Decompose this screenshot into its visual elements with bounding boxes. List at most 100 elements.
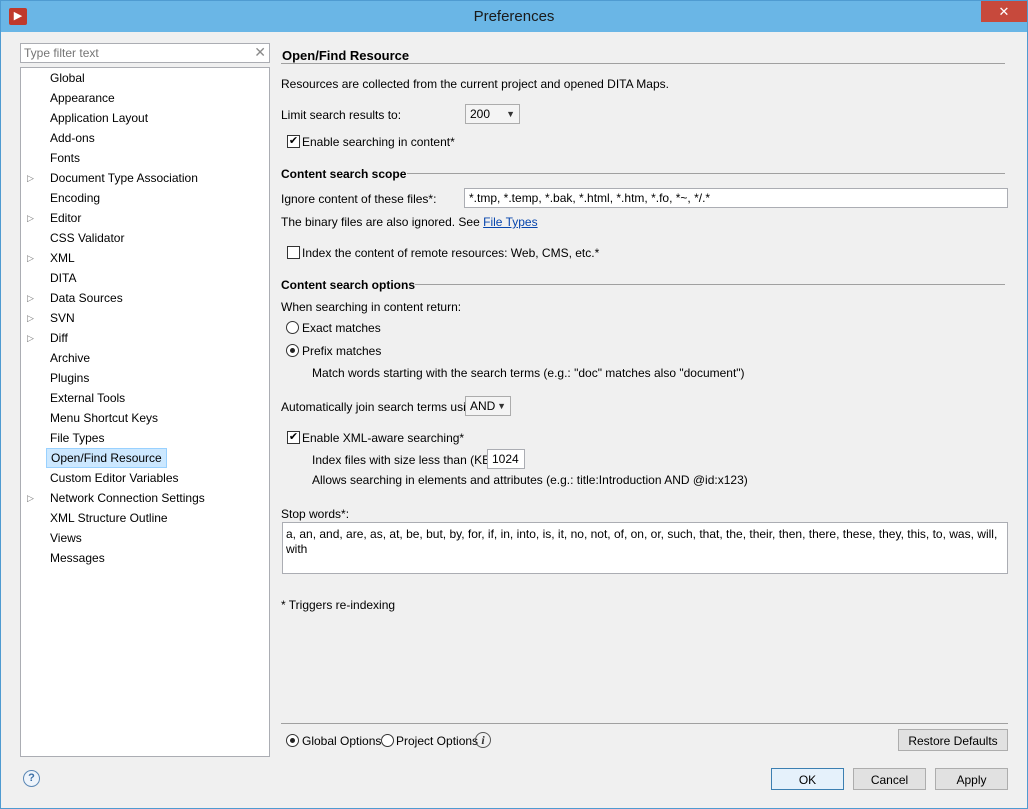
ignore-label: Ignore content of these files*: [281, 192, 437, 206]
limit-combo[interactable]: 200 ▼ [465, 104, 520, 124]
tree-item[interactable]: Fonts [21, 148, 269, 168]
clear-filter-icon[interactable]: ✕ [254, 44, 266, 61]
stop-words-label: Stop words*: [281, 507, 350, 521]
global-options-radio[interactable] [286, 734, 299, 747]
tree-item[interactable]: ▷ Document Type Association [21, 168, 269, 188]
tree-item[interactable]: ▷ Diff [21, 328, 269, 348]
expand-arrow-icon[interactable]: ▷ [27, 328, 37, 348]
remote-resources-label: Index the content of remote resources: W… [302, 246, 600, 260]
restore-defaults-button[interactable]: Restore Defaults [898, 729, 1008, 751]
ignore-files-input[interactable]: *.tmp, *.temp, *.bak, *.html, *.htm, *.f… [464, 188, 1008, 208]
filter-box: ✕ [20, 43, 270, 63]
preferences-dialog: ▶ Preferences ✕ ✕ Global Appearance Applic… [0, 0, 1028, 809]
chevron-down-icon: ▼ [497, 401, 506, 411]
title-divider [281, 63, 1005, 64]
tree-item[interactable]: Encoding [21, 188, 269, 208]
tree-item-label: Messages [50, 551, 105, 565]
page-description: Resources are collected from the current… [281, 77, 669, 91]
tree-item[interactable]: ▷ Editor [21, 208, 269, 228]
expand-arrow-icon[interactable]: ▷ [27, 288, 37, 308]
tree-item[interactable]: Open/Find Resource [21, 448, 269, 468]
project-options-label: Project Options [396, 734, 479, 748]
tree-item[interactable]: Application Layout [21, 108, 269, 128]
remote-resources-checkbox[interactable] [287, 246, 300, 259]
tree-item-label: Custom Editor Variables [50, 471, 179, 485]
stop-words-textarea[interactable]: a, an, and, are, as, at, be, but, by, fo… [282, 522, 1008, 574]
tree-item[interactable]: Custom Editor Variables [21, 468, 269, 488]
tree-item-label: Application Layout [50, 111, 149, 125]
tree-item-label: XML Structure Outline [50, 511, 168, 525]
tree-item[interactable]: XML Structure Outline [21, 508, 269, 528]
index-size-label: Index files with size less than (KB)*: [312, 453, 503, 467]
prefix-note: Match words starting with the search ter… [312, 366, 745, 380]
tree-item-label: Archive [50, 351, 91, 365]
tree-item[interactable]: DITA [21, 268, 269, 288]
enable-content-search-label: Enable searching in content* [302, 135, 455, 149]
tree-item[interactable]: CSS Validator [21, 228, 269, 248]
index-size-input[interactable]: 1024 [487, 449, 525, 469]
tree-item[interactable]: Views [21, 528, 269, 548]
join-label: Automatically join search terms using: [281, 400, 483, 414]
page-title: Open/Find Resource [282, 48, 410, 63]
filter-input[interactable] [21, 44, 241, 62]
tree-item[interactable]: Global [21, 68, 269, 88]
help-icon[interactable]: ? [23, 770, 40, 787]
xml-aware-checkbox[interactable]: ✔ [287, 431, 300, 444]
exact-matches-radio[interactable] [286, 321, 299, 334]
prefix-matches-label: Prefix matches [302, 344, 382, 358]
enable-content-search-checkbox[interactable]: ✔ [287, 135, 300, 148]
tree-item[interactable]: Add-ons [21, 128, 269, 148]
tree-item-label: Plugins [50, 371, 90, 385]
chevron-down-icon: ▼ [506, 109, 515, 119]
tree-item-label: Editor [50, 211, 82, 225]
tree-item[interactable]: Plugins [21, 368, 269, 388]
exact-matches-label: Exact matches [302, 321, 381, 335]
expand-arrow-icon[interactable]: ▷ [27, 208, 37, 228]
xml-aware-label: Enable XML-aware searching* [302, 431, 465, 445]
tree-item-label: Diff [50, 331, 68, 345]
limit-value: 200 [470, 107, 491, 121]
tree-item[interactable]: Messages [21, 548, 269, 568]
expand-arrow-icon[interactable]: ▷ [27, 308, 37, 328]
tree-item-label: Global [50, 71, 85, 85]
expand-arrow-icon[interactable]: ▷ [27, 168, 37, 188]
tree-item[interactable]: External Tools [21, 388, 269, 408]
settings-panel: Open/Find Resource Resources are collect… [281, 41, 1011, 731]
tree-item[interactable]: Appearance [21, 88, 269, 108]
tree-item[interactable]: File Types [21, 428, 269, 448]
tree-item-label: File Types [50, 431, 105, 445]
preferences-tree[interactable]: Global Appearance Application Layout Add-on… [20, 67, 270, 757]
file-types-link[interactable]: File Types [483, 215, 537, 229]
tree-item-label: Views [50, 531, 82, 545]
xml-note: Allows searching in elements and attribu… [312, 473, 748, 487]
tree-item[interactable]: ▷ XML [21, 248, 269, 268]
tree-item[interactable]: ▷ Network Connection Settings [21, 488, 269, 508]
tree-item-label: Encoding [50, 191, 101, 205]
tree-item-label: SVN [50, 311, 75, 325]
tree-item[interactable]: Menu Shortcut Keys [21, 408, 269, 428]
info-icon[interactable]: i [475, 732, 491, 748]
return-label: When searching in content return: [281, 300, 462, 314]
scope-section-title: Content search scope [281, 167, 407, 181]
tree-item-label: Network Connection Settings [50, 491, 205, 505]
ok-button[interactable]: OK [771, 768, 844, 790]
prefix-matches-radio[interactable] [286, 344, 299, 357]
apply-button[interactable]: Apply [935, 768, 1008, 790]
footer-divider [281, 723, 1008, 724]
tree-item-label: Data Sources [50, 291, 123, 305]
tree-item-label: Menu Shortcut Keys [50, 411, 159, 425]
reindex-note: * Triggers re-indexing [281, 598, 396, 612]
tree-item[interactable]: Archive [21, 348, 269, 368]
binary-note: The binary files are also ignored. See F… [281, 215, 538, 229]
tree-item-label: Add-ons [50, 131, 95, 145]
cancel-button[interactable]: Cancel [853, 768, 926, 790]
tree-item[interactable]: ▷ SVN [21, 308, 269, 328]
expand-arrow-icon[interactable]: ▷ [27, 248, 37, 268]
close-button[interactable]: ✕ [981, 1, 1027, 22]
tree-item-label: Document Type Association [50, 171, 198, 185]
expand-arrow-icon[interactable]: ▷ [27, 488, 37, 508]
tree-item[interactable]: ▷ Data Sources [21, 288, 269, 308]
binary-note-text: The binary files are also ignored. See [281, 215, 480, 229]
project-options-radio[interactable] [381, 734, 394, 747]
join-combo[interactable]: AND ▼ [465, 396, 511, 416]
